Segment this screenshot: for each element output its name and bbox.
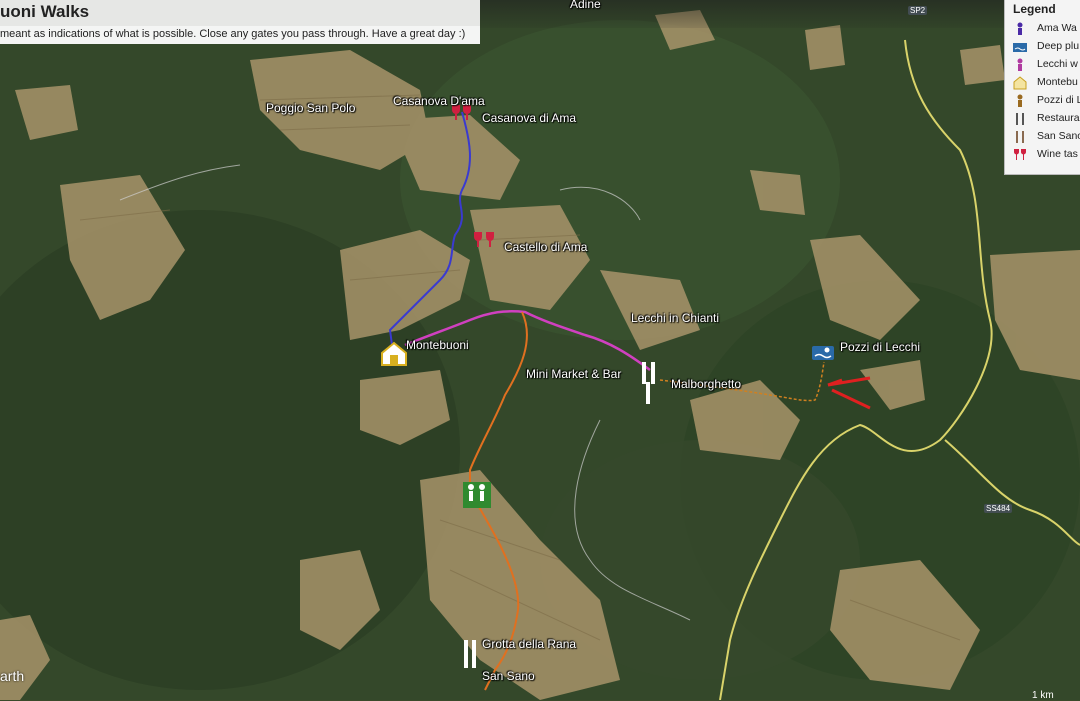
legend-label: Deep plu	[1037, 40, 1080, 52]
legend-item-pozzi[interactable]: Pozzi di L	[1013, 92, 1080, 110]
fork-knife-icon	[1016, 113, 1024, 125]
description-bar: meant as indications of what is possible…	[0, 26, 480, 44]
description-text: meant as indications of what is possible…	[0, 28, 466, 40]
legend-item-ama-walk[interactable]: Ama Wa	[1013, 20, 1080, 38]
legend-item-restaurant[interactable]: Restaura	[1013, 110, 1080, 128]
legend-panel: Legend Ama Wa Deep plu Lecchi w Montebu …	[1004, 0, 1080, 175]
scale-label: 1 km	[1032, 690, 1054, 701]
legend-label: Pozzi di L	[1037, 94, 1080, 106]
title-bar: uoni Walks	[0, 0, 480, 26]
fork-knife-icon	[1016, 131, 1024, 143]
home-icon	[1013, 76, 1027, 90]
walker-purple-icon	[1017, 22, 1023, 35]
place-label-montebuoni: Montebuoni	[406, 338, 469, 352]
legend-label: Lecchi w	[1037, 58, 1078, 70]
legend-item-montebuoni[interactable]: Montebu	[1013, 74, 1080, 92]
legend-item-wine-tasting[interactable]: Wine tas	[1013, 146, 1080, 164]
legend-label: San Sano	[1037, 130, 1080, 142]
legend-item-deep-plunge[interactable]: Deep plu	[1013, 38, 1080, 56]
place-label-poggio-san-polo: Poggio San Polo	[266, 101, 356, 115]
place-label-mini-market: Mini Market & Bar	[526, 367, 622, 381]
swimmer-icon	[1013, 43, 1027, 52]
road-label-sp2: SP2	[908, 6, 928, 15]
place-label-malborghetto: Malborghetto	[671, 377, 742, 391]
road-label-ss484: SS484	[984, 504, 1013, 513]
page-title: uoni Walks	[0, 2, 90, 21]
legend-label: Wine tas	[1037, 148, 1078, 160]
place-label-castello-di-ama: Castello di Ama	[504, 240, 588, 254]
walker-pink-icon	[1017, 58, 1023, 71]
legend-label: Ama Wa	[1037, 22, 1077, 34]
place-label-pozzi-di-lecchi: Pozzi di Lecchi	[840, 340, 921, 354]
legend-label: Restaura	[1037, 112, 1080, 124]
google-earth-attribution: arth	[0, 668, 25, 684]
hikers-icon	[463, 482, 491, 508]
legend-title: Legend	[1013, 2, 1056, 16]
place-label-san-sano: San Sano	[482, 669, 535, 683]
place-label-adine: Adine	[570, 0, 601, 11]
place-label-lecchi-in-chianti: Lecchi in Chianti	[631, 311, 720, 325]
legend-label: Montebu	[1037, 76, 1078, 88]
swimmer-icon	[812, 346, 834, 360]
place-label-casanova-di-ama: Casanova di Ama	[482, 111, 577, 125]
place-label-casanova-dama: Casanova D'ama	[393, 94, 485, 108]
walker-brown-icon	[1017, 94, 1023, 107]
legend-item-lecchi-walk[interactable]: Lecchi w	[1013, 56, 1080, 74]
legend-item-san-sano[interactable]: San Sano	[1013, 128, 1080, 146]
place-label-grotta-della-rana: Grotta della Rana	[482, 637, 577, 651]
wine-glass-icon	[1014, 149, 1026, 160]
